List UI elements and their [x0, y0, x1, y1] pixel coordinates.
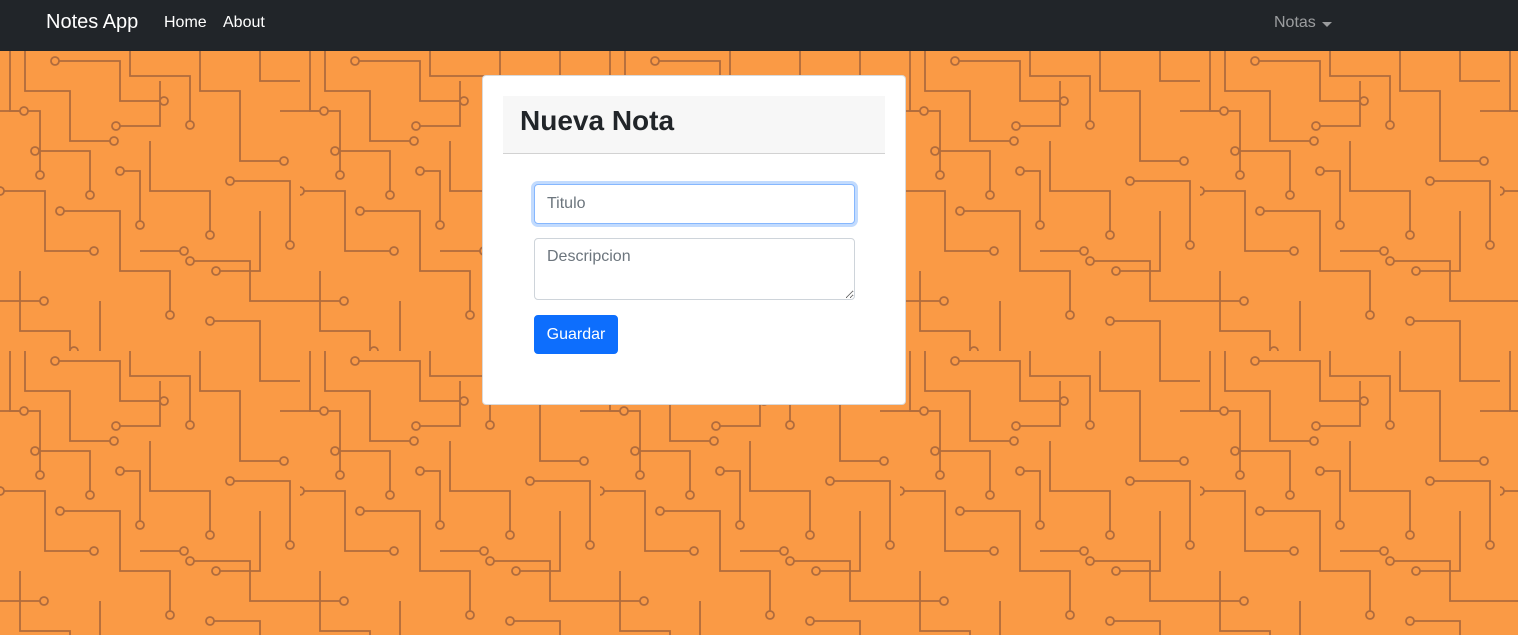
card-header: Nueva Nota — [503, 96, 885, 154]
nav-about-link[interactable]: About — [223, 14, 265, 32]
notas-dropdown-label: Notas — [1274, 14, 1316, 31]
save-button[interactable]: Guardar — [534, 315, 618, 354]
card-title: Nueva Nota — [520, 105, 675, 136]
new-note-card: Nueva Nota Guardar — [482, 75, 906, 405]
nav-home-link[interactable]: Home — [164, 14, 207, 32]
description-textarea[interactable] — [534, 238, 855, 300]
brand-link[interactable]: Notes App — [46, 11, 138, 34]
chevron-down-icon — [1321, 21, 1332, 27]
title-input[interactable] — [534, 184, 855, 224]
notas-dropdown[interactable]: Notas — [1274, 14, 1332, 32]
navbar: Notes App Home About Notas — [0, 0, 1518, 51]
